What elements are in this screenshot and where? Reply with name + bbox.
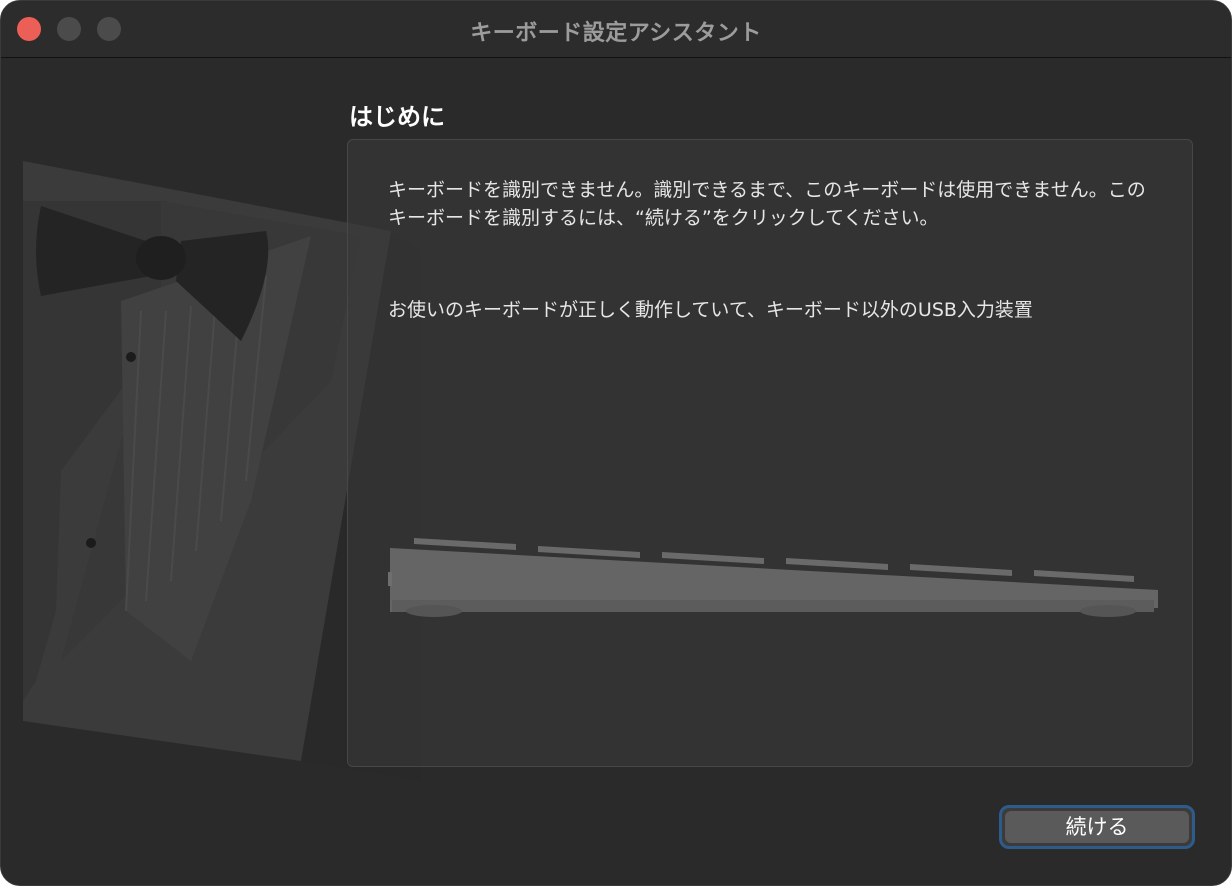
instruction-text: キーボードを識別できません。識別できるまで、このキーボードは使用できません。この… — [388, 179, 1146, 229]
section-title: はじめに — [349, 103, 445, 131]
content-panel: キーボードを識別できません。識別できるまで、このキーボードは使用できません。この… — [347, 139, 1193, 767]
keyboard-illustration — [388, 538, 1158, 617]
usb-device-text: お使いのキーボードが正しく動作していて、キーボード以外のUSB入力装置 — [388, 299, 1033, 321]
window-title: キーボード設定アシスタント — [470, 21, 762, 46]
keyboard-setup-assistant-window: キーボード設定アシスタント はじめに キーボードを識別できません。識別できるまで… — [0, 0, 1232, 886]
continue-button-label: 続ける — [1005, 811, 1189, 843]
title-bar[interactable]: キーボード設定アシスタント — [1, 1, 1231, 58]
continue-button[interactable]: 続ける — [999, 805, 1195, 849]
